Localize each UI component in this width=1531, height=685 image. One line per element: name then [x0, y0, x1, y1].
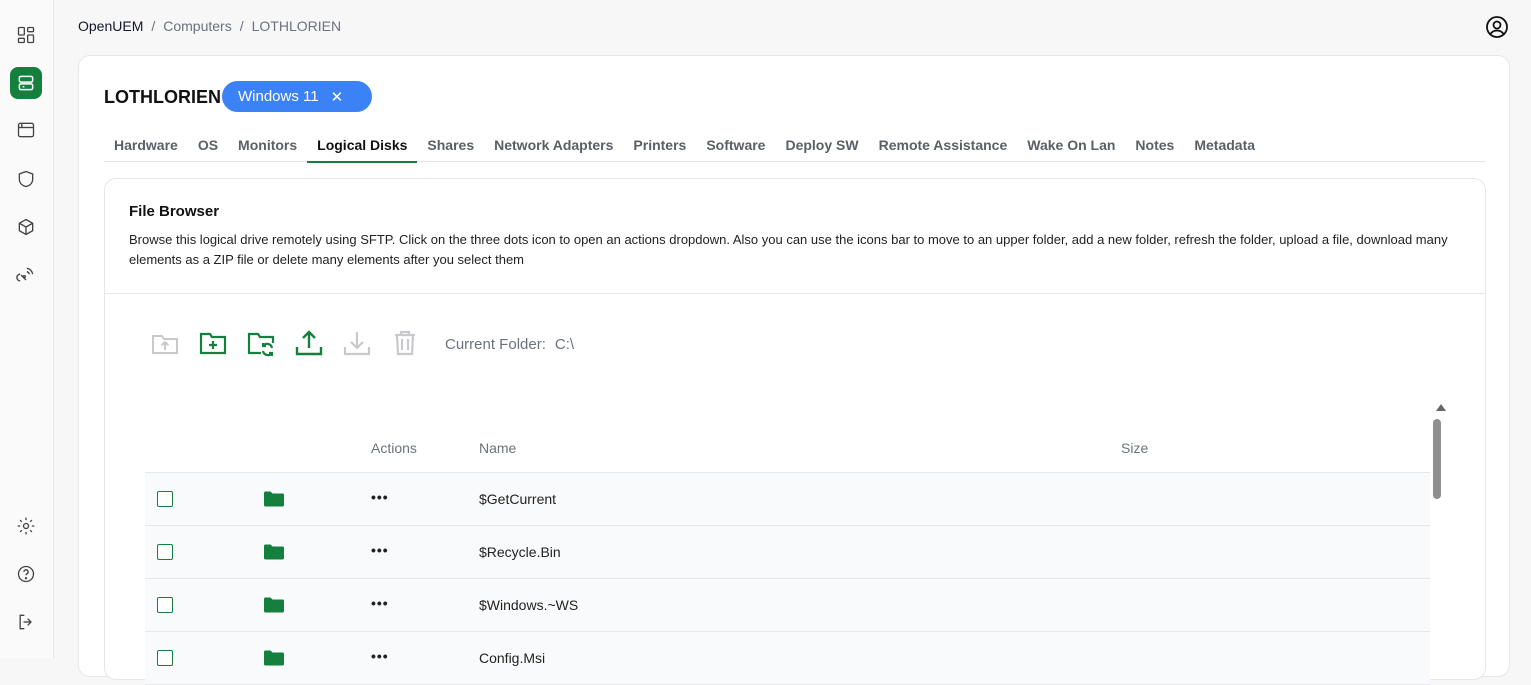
- package-icon[interactable]: [10, 211, 42, 243]
- tab-logical-disks[interactable]: Logical Disks: [307, 136, 418, 163]
- row-name[interactable]: Config.Msi: [479, 650, 545, 666]
- row-checkbox[interactable]: [157, 597, 173, 613]
- tab-printers[interactable]: Printers: [623, 136, 696, 161]
- tab-hardware[interactable]: Hardware: [104, 136, 188, 161]
- header-actions: Actions: [371, 440, 417, 456]
- trash-icon[interactable]: [389, 327, 421, 359]
- shield-icon[interactable]: [10, 163, 42, 195]
- tab-remote-assistance[interactable]: Remote Assistance: [869, 136, 1018, 161]
- file-toolbar: [149, 327, 421, 359]
- computer-card: LOTHLORIEN Windows 11 ✕ Hardware OS Moni…: [78, 55, 1510, 685]
- row-name[interactable]: $Recycle.Bin: [479, 544, 561, 560]
- folder-refresh-icon[interactable]: [245, 327, 277, 359]
- row-name[interactable]: $Windows.~WS: [479, 597, 578, 613]
- row-actions-button[interactable]: •••: [371, 542, 389, 558]
- table-row: ••• $Recycle.Bin: [145, 526, 1430, 579]
- settings-gear-icon[interactable]: [10, 510, 42, 542]
- breadcrumb-current: LOTHLORIEN: [251, 18, 342, 34]
- computer-name: LOTHLORIEN: [104, 87, 221, 107]
- sidebar: [0, 0, 54, 659]
- folder-icon: [264, 544, 284, 560]
- help-icon[interactable]: [10, 558, 42, 590]
- breadcrumb-openuem[interactable]: OpenUEM: [78, 18, 143, 34]
- file-browser-title: File Browser: [129, 203, 220, 220]
- tab-notes[interactable]: Notes: [1125, 136, 1184, 161]
- os-badge-label: Windows 11: [238, 88, 319, 105]
- logout-icon[interactable]: [10, 606, 42, 638]
- breadcrumb: OpenUEM / Computers / LOTHLORIEN: [78, 18, 341, 34]
- remote-signal-icon[interactable]: [10, 259, 42, 291]
- computers-icon[interactable]: [10, 67, 42, 99]
- tab-deploy-sw[interactable]: Deploy SW: [775, 136, 868, 161]
- browser-window-icon[interactable]: [10, 114, 42, 146]
- download-icon[interactable]: [341, 327, 373, 359]
- row-actions-button[interactable]: •••: [371, 648, 389, 664]
- row-checkbox[interactable]: [157, 544, 173, 560]
- tab-os[interactable]: OS: [188, 136, 228, 161]
- folder-icon: [264, 597, 284, 613]
- user-account-icon[interactable]: [1485, 15, 1509, 39]
- tab-network-adapters[interactable]: Network Adapters: [484, 136, 623, 161]
- row-checkbox[interactable]: [157, 491, 173, 507]
- file-table: Actions Name Size ••• $GetCurrent ••• $R…: [145, 431, 1430, 685]
- header-size[interactable]: Size: [1121, 440, 1148, 456]
- tab-monitors[interactable]: Monitors: [228, 136, 307, 161]
- current-folder-value: C:\: [554, 336, 575, 353]
- row-checkbox[interactable]: [157, 650, 173, 666]
- header-name[interactable]: Name: [479, 440, 516, 456]
- breadcrumb-separator: /: [239, 18, 244, 34]
- tab-bar: Hardware OS Monitors Logical Disks Share…: [104, 136, 1486, 163]
- breadcrumb-separator: /: [151, 18, 156, 34]
- current-folder-label: Current Folder:: [445, 336, 546, 353]
- os-badge: Windows 11 ✕: [222, 81, 372, 112]
- tab-shares[interactable]: Shares: [417, 136, 484, 161]
- table-header: Actions Name Size: [145, 431, 1430, 473]
- folder-up-icon[interactable]: [149, 327, 181, 359]
- file-browser-panel: File Browser Browse this logical drive r…: [104, 178, 1486, 685]
- upload-icon[interactable]: [293, 327, 325, 359]
- scroll-up-arrow-icon[interactable]: [1436, 404, 1446, 411]
- folder-icon: [264, 650, 284, 666]
- scrollbar-thumb[interactable]: [1433, 419, 1441, 499]
- tab-software[interactable]: Software: [696, 136, 775, 161]
- current-folder: Current Folder: C:\: [441, 336, 574, 353]
- folder-icon: [264, 491, 284, 507]
- folder-add-icon[interactable]: [197, 327, 229, 359]
- file-browser-header: File Browser Browse this logical drive r…: [105, 179, 1485, 294]
- table-row: ••• $GetCurrent: [145, 473, 1430, 526]
- breadcrumb-computers[interactable]: Computers: [163, 18, 231, 34]
- tab-metadata[interactable]: Metadata: [1184, 136, 1265, 161]
- table-row: ••• $Windows.~WS: [145, 579, 1430, 632]
- row-name[interactable]: $GetCurrent: [479, 491, 556, 507]
- dashboard-icon[interactable]: [10, 19, 42, 51]
- row-actions-button[interactable]: •••: [371, 595, 389, 611]
- row-actions-button[interactable]: •••: [371, 489, 389, 505]
- close-icon[interactable]: ✕: [331, 88, 344, 106]
- tab-wake-on-lan[interactable]: Wake On Lan: [1017, 136, 1125, 161]
- file-browser-description: Browse this logical drive remotely using…: [129, 232, 1448, 267]
